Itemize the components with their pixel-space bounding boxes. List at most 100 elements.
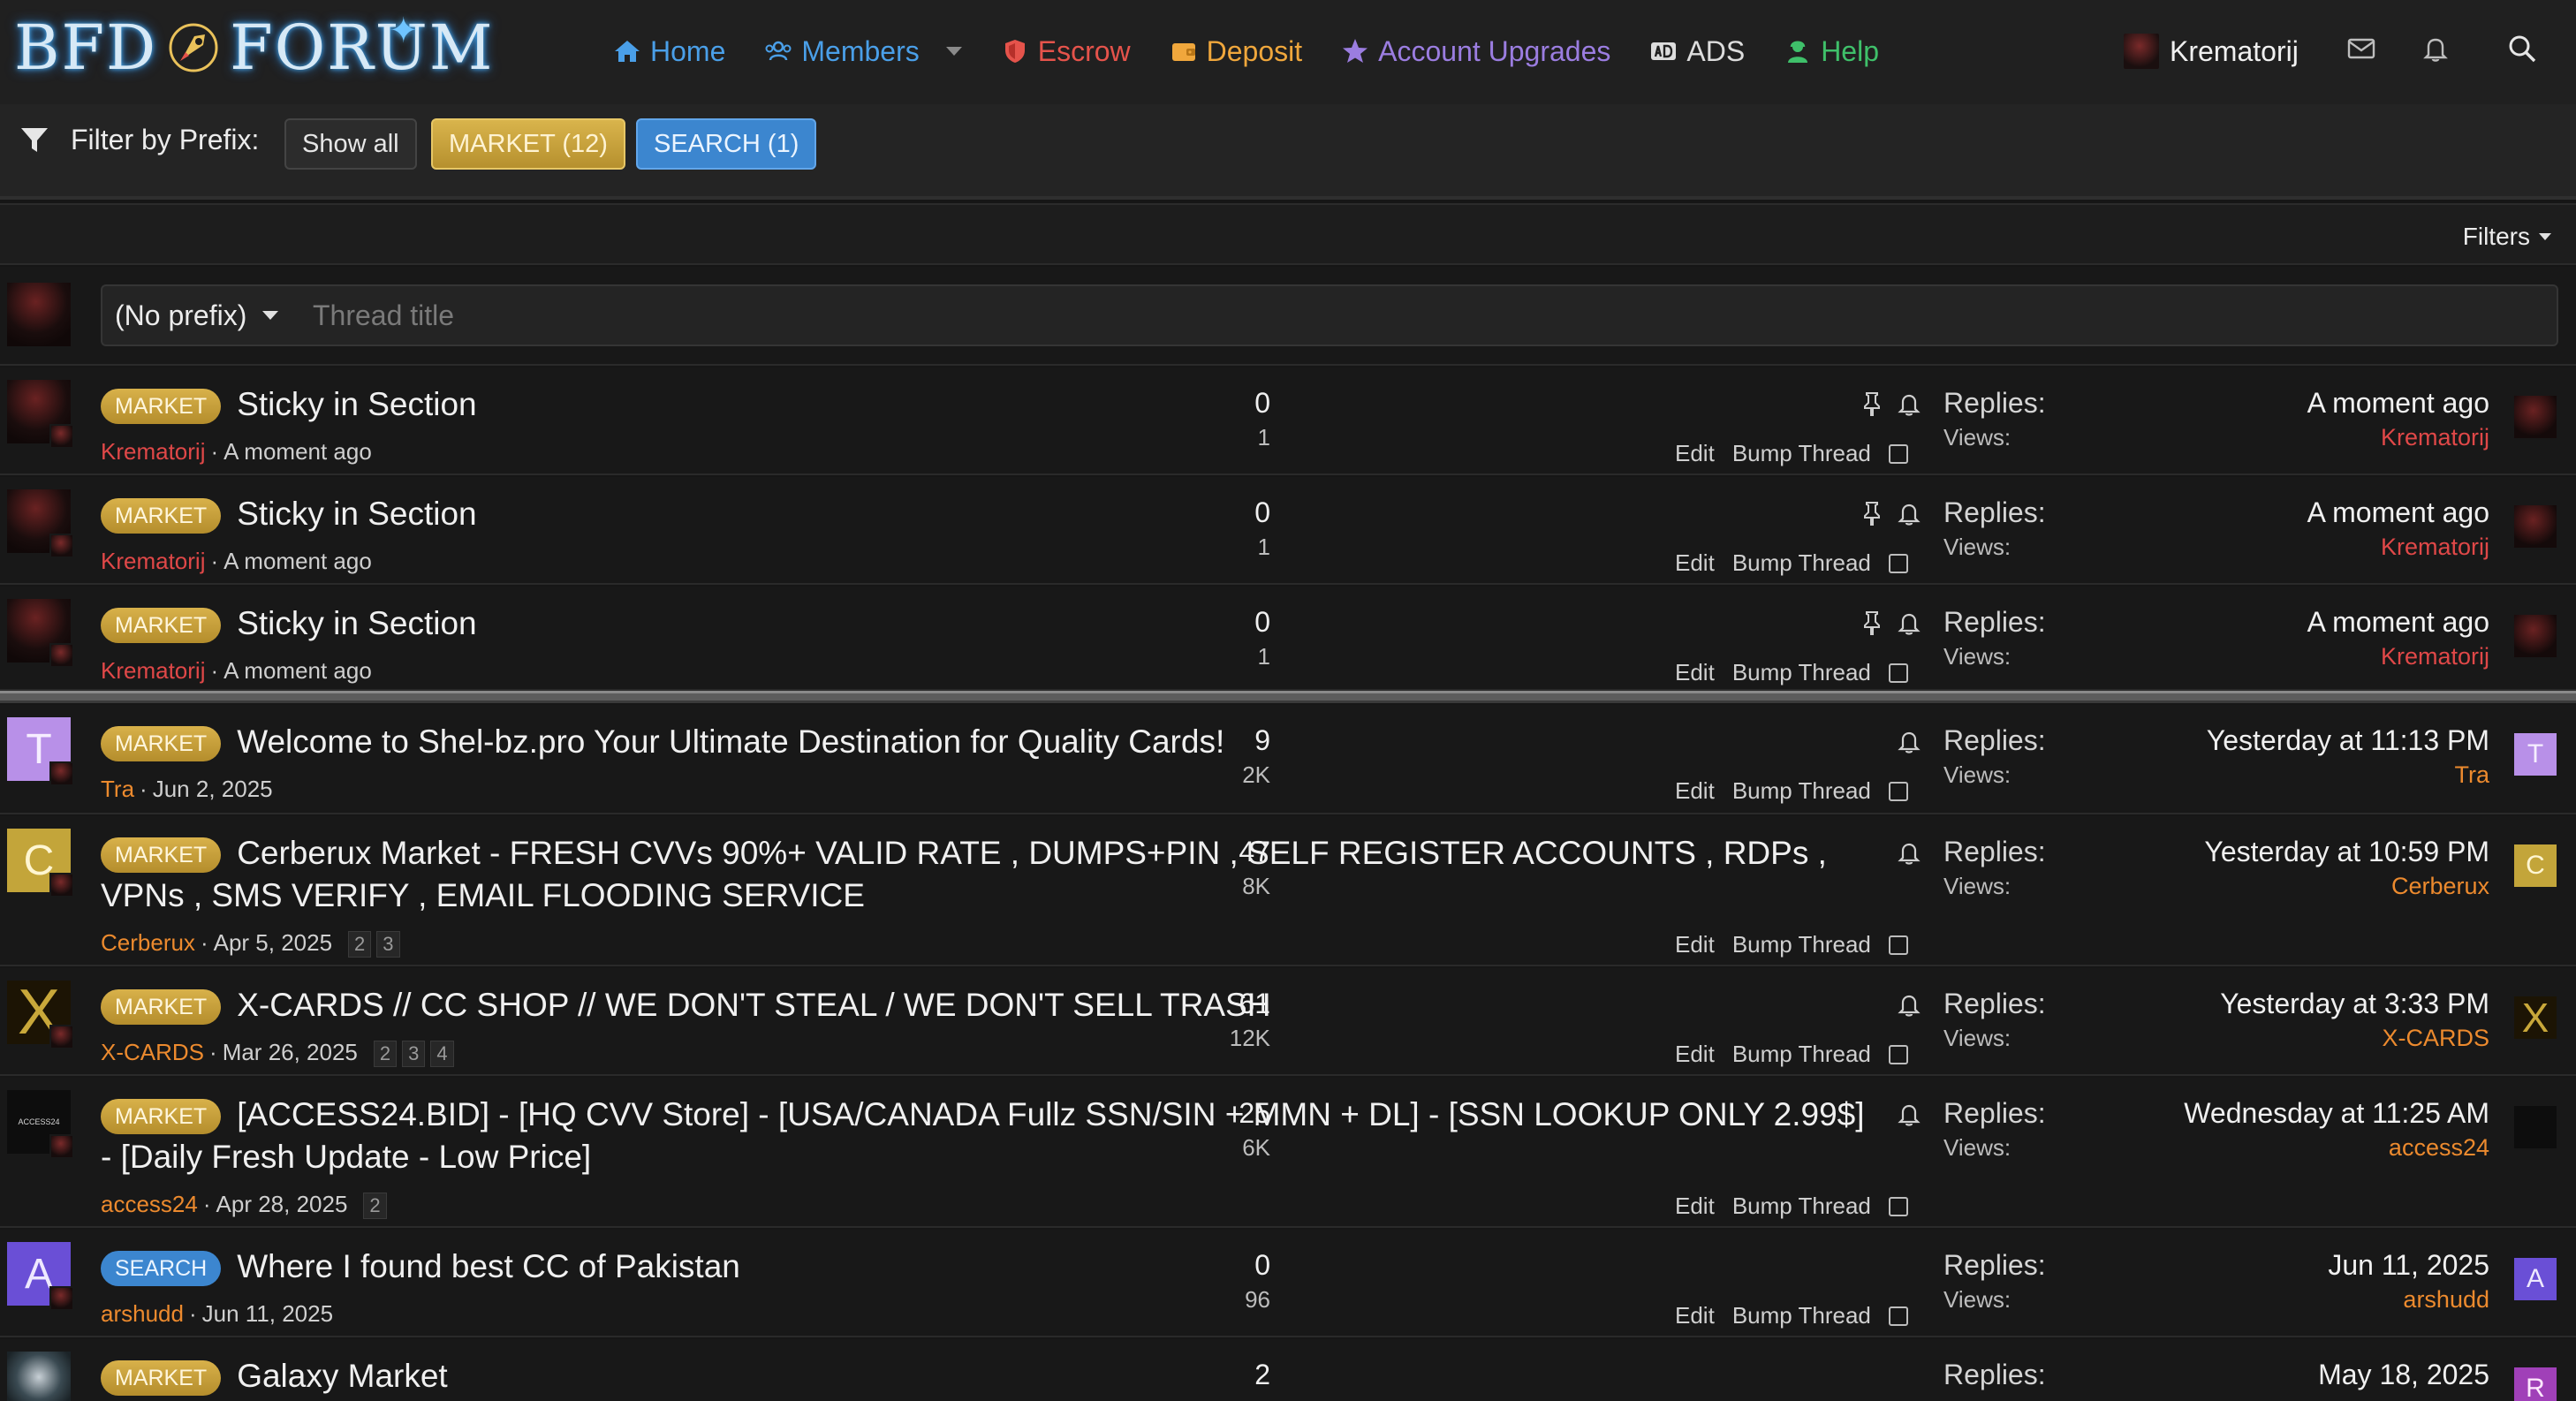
- filters-dropdown[interactable]: Filters: [2463, 223, 2551, 251]
- last-post-user[interactable]: Tra: [2455, 761, 2490, 789]
- thread-author[interactable]: Krematorij: [101, 438, 205, 465]
- thread-author[interactable]: Tra: [101, 776, 134, 802]
- thread-title[interactable]: MARKET Sticky in Section: [101, 383, 1868, 426]
- select-checkbox[interactable]: [1888, 663, 1908, 683]
- nav-deposit[interactable]: Deposit: [1170, 35, 1302, 68]
- bump-thread-button[interactable]: Bump Thread: [1732, 659, 1871, 686]
- last-post-avatar[interactable]: R: [2514, 1367, 2557, 1401]
- forum-logo[interactable]: BFD FORUM ✦: [14, 11, 494, 84]
- edit-button[interactable]: Edit: [1675, 1041, 1715, 1068]
- page-link[interactable]: 2: [363, 1193, 387, 1219]
- last-post-date[interactable]: Yesterday at 11:13 PM: [2207, 724, 2489, 757]
- prefix-badge[interactable]: SEARCH: [101, 1251, 222, 1287]
- prefix-badge[interactable]: MARKET: [101, 608, 222, 644]
- edit-button[interactable]: Edit: [1675, 659, 1715, 686]
- last-post-avatar[interactable]: [2514, 505, 2557, 548]
- avatar[interactable]: C: [7, 829, 74, 897]
- thread-start-date[interactable]: A moment ago: [224, 438, 372, 465]
- thread-row[interactable]: ACCESS24 MARKET [ACCESS24.BID] - [HQ CVV S…: [0, 1078, 2576, 1228]
- last-post-user[interactable]: Cerberux: [2391, 873, 2489, 900]
- last-post-date[interactable]: Yesterday at 3:33 PM: [2220, 988, 2489, 1020]
- thread-title[interactable]: MARKET [ACCESS24.BID] - [HQ CVV Store] - …: [101, 1094, 1876, 1178]
- select-checkbox[interactable]: [1888, 935, 1908, 955]
- avatar[interactable]: [7, 489, 74, 558]
- last-post-avatar[interactable]: [2514, 615, 2557, 657]
- prefix-badge[interactable]: MARKET: [101, 1099, 222, 1135]
- thread-title[interactable]: MARKET Cerberux Market - FRESH CVVs 90%+ …: [101, 832, 1876, 917]
- thread-row[interactable]: X MARKET X-CARDS // CC SHOP // WE DON'T ST…: [0, 968, 2576, 1076]
- last-post-user[interactable]: access24: [2389, 1134, 2489, 1162]
- edit-button[interactable]: Edit: [1675, 1193, 1715, 1220]
- last-post-date[interactable]: A moment ago: [2307, 496, 2489, 529]
- thread-title[interactable]: MARKET Welcome to Shel-bz.pro Your Ultima…: [101, 721, 1868, 763]
- thread-start-date[interactable]: Mar 26, 2025: [223, 1039, 358, 1065]
- thread-row[interactable]: C MARKET Cerberux Market - FRESH CVVs 90%+…: [0, 816, 2576, 966]
- thread-author[interactable]: Krematorij: [101, 548, 205, 574]
- last-post-user[interactable]: arshudd: [2403, 1286, 2489, 1314]
- bump-thread-button[interactable]: Bump Thread: [1732, 440, 1871, 467]
- last-post-date[interactable]: Yesterday at 10:59 PM: [2204, 836, 2489, 868]
- bell-icon[interactable]: [2421, 34, 2451, 64]
- avatar[interactable]: X: [7, 977, 74, 1049]
- thread-author[interactable]: arshudd: [101, 1300, 184, 1327]
- thread-title[interactable]: MARKET Galaxy Market: [101, 1355, 1868, 1397]
- bump-thread-button[interactable]: Bump Thread: [1732, 777, 1871, 805]
- bump-thread-button[interactable]: Bump Thread: [1732, 1041, 1871, 1068]
- page-link[interactable]: 4: [430, 1041, 454, 1067]
- thread-start-date[interactable]: Jun 2, 2025: [153, 776, 273, 802]
- last-post-date[interactable]: Jun 11, 2025: [2328, 1249, 2489, 1282]
- avatar[interactable]: [7, 599, 74, 668]
- nav-account-upgrades[interactable]: Account Upgrades: [1341, 35, 1610, 68]
- bump-thread-button[interactable]: Bump Thread: [1732, 1193, 1871, 1220]
- page-link[interactable]: 2: [373, 1041, 398, 1067]
- page-link[interactable]: 3: [376, 931, 400, 958]
- last-post-avatar[interactable]: [2514, 1106, 2557, 1148]
- edit-button[interactable]: Edit: [1675, 549, 1715, 577]
- edit-button[interactable]: Edit: [1675, 1302, 1715, 1329]
- edit-button[interactable]: Edit: [1675, 777, 1715, 805]
- edit-button[interactable]: Edit: [1675, 931, 1715, 958]
- prefix-badge[interactable]: MARKET: [101, 989, 222, 1026]
- last-post-avatar[interactable]: [2514, 396, 2557, 438]
- last-post-date[interactable]: May 18, 2025: [2318, 1359, 2489, 1391]
- avatar[interactable]: A: [7, 1242, 74, 1311]
- thread-author[interactable]: X-CARDS: [101, 1039, 204, 1065]
- select-checkbox[interactable]: [1888, 1196, 1908, 1216]
- page-link[interactable]: 2: [348, 931, 372, 958]
- last-post-user[interactable]: Krematorij: [2381, 424, 2489, 451]
- nav-ads[interactable]: ADS: [1649, 35, 1745, 68]
- thread-start-date[interactable]: Apr 28, 2025: [216, 1191, 348, 1217]
- select-checkbox[interactable]: [1888, 553, 1908, 573]
- prefix-select[interactable]: (No prefix): [101, 284, 300, 346]
- show-all-button[interactable]: Show all: [284, 118, 417, 170]
- last-post-user[interactable]: Krematorij: [2381, 534, 2489, 561]
- last-post-date[interactable]: A moment ago: [2307, 606, 2489, 639]
- page-link[interactable]: 3: [402, 1041, 426, 1067]
- avatar[interactable]: [7, 380, 74, 449]
- prefix-badge[interactable]: MARKET: [101, 1360, 222, 1397]
- thread-title-input[interactable]: [300, 284, 2558, 346]
- thread-title[interactable]: MARKET Sticky in Section: [101, 493, 1868, 535]
- prefix-badge[interactable]: MARKET: [101, 498, 222, 534]
- bump-thread-button[interactable]: Bump Thread: [1732, 931, 1871, 958]
- avatar[interactable]: [7, 1352, 71, 1401]
- last-post-avatar[interactable]: A: [2514, 1258, 2557, 1300]
- avatar[interactable]: ACCESS24: [7, 1090, 74, 1159]
- thread-author[interactable]: access24: [101, 1191, 198, 1217]
- last-post-user[interactable]: Krematorij: [2381, 643, 2489, 670]
- thread-title[interactable]: SEARCH Where I found best CC of Pakistan: [101, 1246, 1868, 1288]
- thread-start-date[interactable]: Apr 5, 2025: [214, 929, 332, 956]
- last-post-date[interactable]: Wednesday at 11:25 AM: [2184, 1097, 2489, 1130]
- thread-row[interactable]: MARKET Sticky in Section Krematorij · A mome…: [0, 587, 2576, 691]
- thread-row[interactable]: T MARKET Welcome to Shel-bz.pro Your Ultim…: [0, 705, 2576, 814]
- thread-author[interactable]: Cerberux: [101, 929, 195, 956]
- select-checkbox[interactable]: [1888, 1306, 1908, 1326]
- user-menu[interactable]: Krematorij: [2124, 27, 2299, 76]
- last-post-user[interactable]: X-CARDS: [2382, 1025, 2489, 1052]
- thread-start-date[interactable]: A moment ago: [224, 657, 372, 684]
- select-checkbox[interactable]: [1888, 443, 1908, 464]
- envelope-icon[interactable]: [2346, 34, 2376, 64]
- thread-title[interactable]: MARKET Sticky in Section: [101, 602, 1868, 645]
- search-icon[interactable]: [2507, 34, 2537, 64]
- chevron-down-icon[interactable]: [945, 47, 962, 56]
